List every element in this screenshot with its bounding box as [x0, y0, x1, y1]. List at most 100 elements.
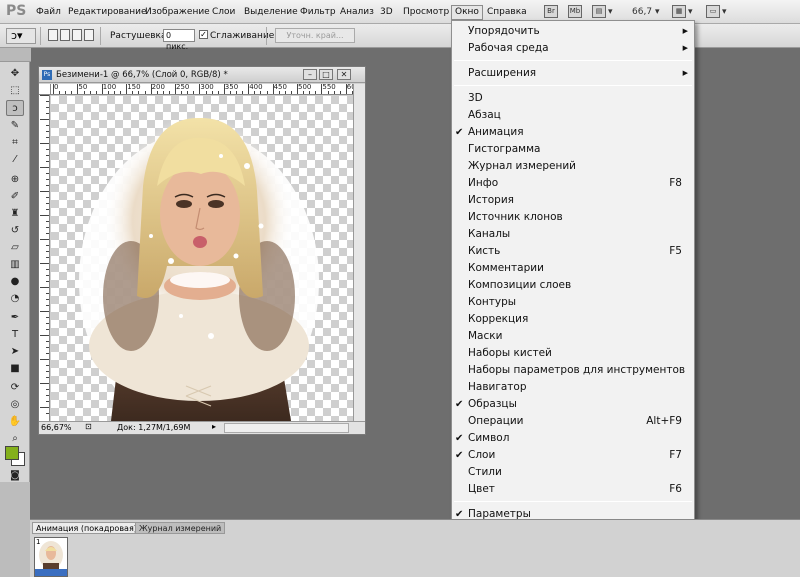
menu-item-2-20[interactable]: ✔ Символ	[452, 430, 694, 447]
horizontal-ruler[interactable]: 050100150200250300350400450500550600	[51, 84, 353, 95]
add-to-selection-icon[interactable]	[60, 29, 70, 41]
horizontal-scrollbar[interactable]	[224, 423, 349, 433]
document-canvas[interactable]	[51, 96, 353, 421]
menu-item-2-4[interactable]: Журнал измерений	[452, 158, 694, 175]
minimize-icon[interactable]: –	[303, 69, 317, 80]
menu-item-2-8[interactable]: Каналы	[452, 226, 694, 243]
menu-file[interactable]: Файл	[36, 7, 61, 18]
lasso-preset-icon[interactable]: ↄ▾	[6, 28, 36, 44]
chevron-down-icon[interactable]: ▾	[722, 7, 727, 17]
blur-tool-icon[interactable]: ●	[6, 274, 24, 290]
zoom-field[interactable]: 66,67%	[41, 423, 83, 433]
move-tool-icon[interactable]: ✥	[6, 66, 24, 82]
menu-item-2-21[interactable]: ✔ Слои F7	[452, 447, 694, 464]
3d-rotate-tool-icon[interactable]: ⟳	[6, 380, 24, 396]
menu-filter[interactable]: Фильтр	[300, 7, 336, 18]
document-title-bar[interactable]: Ps Безимени-1 @ 66,7% (Слой 0, RGB/8) * …	[39, 67, 365, 83]
foreground-color-swatch[interactable]	[5, 446, 19, 460]
new-selection-icon[interactable]	[48, 29, 58, 41]
zoom-tool-icon[interactable]: ⌕	[6, 431, 24, 447]
menu-item-2-6[interactable]: История	[452, 192, 694, 209]
shape-tool-icon[interactable]: ■	[6, 361, 24, 377]
antialias-label: Сглаживание	[210, 31, 275, 41]
menu-item-2-11[interactable]: Композиции слоев	[452, 277, 694, 294]
hand-tool-icon[interactable]: ✋	[6, 414, 24, 430]
feather-input[interactable]: 0 пикс.	[163, 29, 195, 51]
menu-item-2-17[interactable]: Навигатор	[452, 379, 694, 396]
menu-window[interactable]: Окно	[451, 5, 483, 20]
close-icon[interactable]: ✕	[337, 69, 351, 80]
arrange-documents-icon[interactable]: ▦	[672, 5, 686, 18]
subtract-selection-icon[interactable]	[72, 29, 82, 41]
bridge-icon[interactable]: Br	[544, 5, 558, 18]
status-menu-arrow-icon[interactable]: ▸	[212, 422, 216, 431]
menu-item-0-1[interactable]: Рабочая среда ▶	[452, 40, 694, 57]
3d-orbit-tool-icon[interactable]: ◎	[6, 397, 24, 413]
ruler-tick	[40, 311, 49, 312]
refine-edge-button[interactable]: Уточн. край...	[275, 28, 355, 43]
menu-item-2-12[interactable]: Контуры	[452, 294, 694, 311]
menu-image[interactable]: Изображение	[145, 7, 210, 18]
gradient-tool-icon[interactable]: ▥	[6, 257, 24, 273]
menu-item-0-0[interactable]: Упорядочить ▶	[452, 23, 694, 40]
menu-3d[interactable]: 3D	[380, 7, 393, 18]
menu-analysis[interactable]: Анализ	[340, 7, 374, 18]
menu-layers[interactable]: Слои	[212, 7, 235, 18]
clone-stamp-tool-icon[interactable]: ♜	[6, 206, 24, 222]
animation-frame[interactable]: 1	[34, 537, 68, 577]
menu-item-2-15[interactable]: Наборы кистей	[452, 345, 694, 362]
ruler-tick	[150, 84, 152, 94]
frame-delay-bar[interactable]	[35, 569, 67, 576]
vertical-scrollbar[interactable]	[353, 84, 365, 421]
menu-edit[interactable]: Редактирование	[68, 7, 147, 18]
marquee-tool-icon[interactable]: ⬚	[6, 83, 24, 99]
status-icon[interactable]: ⊡	[85, 422, 92, 431]
brush-tool-icon[interactable]: ✐	[6, 189, 24, 205]
menu-item-2-13[interactable]: Коррекция	[452, 311, 694, 328]
menu-item-2-7[interactable]: Источник клонов	[452, 209, 694, 226]
maximize-icon[interactable]: □	[319, 69, 333, 80]
tab-measurement-log[interactable]: Журнал измерений	[135, 522, 226, 534]
menu-item-2-0[interactable]: 3D	[452, 90, 694, 107]
screen-mode-icon[interactable]: ▭	[706, 5, 720, 18]
eraser-tool-icon[interactable]: ▱	[6, 240, 24, 256]
chevron-down-icon[interactable]: ▾	[655, 7, 660, 17]
menu-item-2-5[interactable]: Инфо F8	[452, 175, 694, 192]
view-extras-icon[interactable]: ▤	[592, 5, 606, 18]
mini-bridge-icon[interactable]: Mb	[568, 5, 582, 18]
vertical-ruler[interactable]	[39, 95, 50, 421]
menu-item-2-16[interactable]: Наборы параметров для инструментов	[452, 362, 694, 379]
menu-select[interactable]: Выделение	[244, 7, 298, 18]
healing-brush-tool-icon[interactable]: ⊕	[6, 172, 24, 188]
menu-item-2-9[interactable]: Кисть F5	[452, 243, 694, 260]
tab-animation[interactable]: Анимация (покадровая)	[32, 522, 141, 534]
menu-item-2-3[interactable]: Гистограмма	[452, 141, 694, 158]
path-selection-tool-icon[interactable]: ➤	[6, 344, 24, 360]
menu-help[interactable]: Справка	[487, 7, 527, 18]
chevron-down-icon[interactable]: ▾	[688, 7, 693, 17]
menu-view[interactable]: Просмотр	[403, 7, 449, 18]
intersect-selection-icon[interactable]	[84, 29, 94, 41]
menu-item-2-19[interactable]: Операции Alt+F9	[452, 413, 694, 430]
history-brush-tool-icon[interactable]: ↺	[6, 223, 24, 239]
menu-item-2-14[interactable]: Маски	[452, 328, 694, 345]
quick-select-tool-icon[interactable]: ✎	[6, 118, 24, 134]
antialias-checkbox[interactable]: ✓	[199, 30, 208, 39]
dodge-tool-icon[interactable]: ◔	[6, 291, 24, 307]
menu-item-2-23[interactable]: Цвет F6	[452, 481, 694, 498]
chevron-down-icon[interactable]: ▾	[608, 7, 613, 17]
ruler-origin[interactable]	[39, 84, 51, 95]
eyedropper-tool-icon[interactable]: ⁄	[6, 152, 24, 168]
menu-item-2-2[interactable]: ✔ Анимация	[452, 124, 694, 141]
crop-tool-icon[interactable]: ⌗	[6, 135, 24, 151]
menu-item-2-1[interactable]: Абзац	[452, 107, 694, 124]
type-tool-icon[interactable]: T	[6, 327, 24, 343]
menu-item-1-0[interactable]: Расширения ▶	[452, 65, 694, 82]
pen-tool-icon[interactable]: ✒	[6, 310, 24, 326]
menu-item-2-10[interactable]: Комментарии	[452, 260, 694, 277]
menu-item-2-18[interactable]: ✔ Образцы	[452, 396, 694, 413]
menu-item-2-22[interactable]: Стили	[452, 464, 694, 481]
tools-panel-header[interactable]	[0, 48, 31, 62]
zoom-level[interactable]: 66,7	[632, 7, 652, 17]
lasso-tool-icon[interactable]: ↄ	[6, 100, 24, 116]
